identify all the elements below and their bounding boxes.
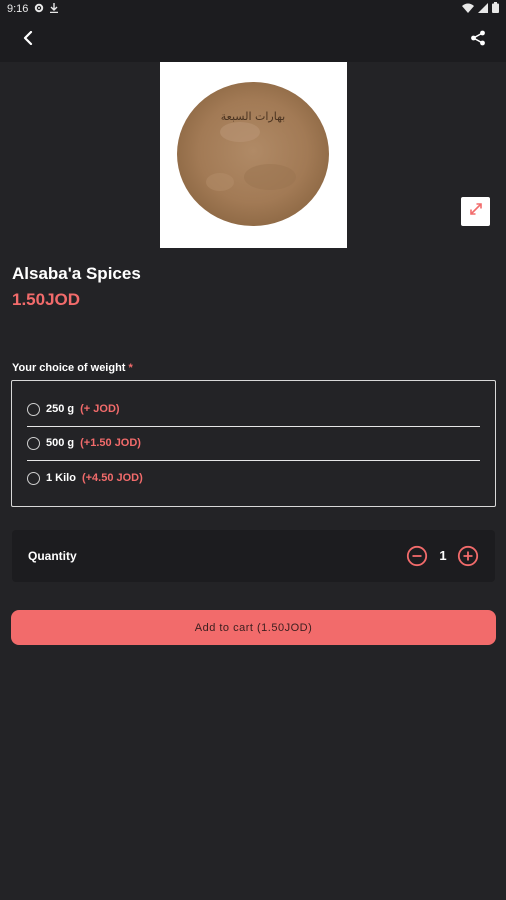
signal-icon bbox=[478, 2, 488, 16]
option-extra-price: (+1.50 JOD) bbox=[80, 437, 141, 449]
option-label: 1 Kilo bbox=[46, 472, 76, 484]
download-icon bbox=[50, 2, 59, 16]
product-price: 1.50JOD bbox=[12, 290, 81, 309]
settings-gear-icon bbox=[34, 3, 44, 16]
weight-label-text: Your choice of weight bbox=[12, 362, 126, 374]
option-label: 250 g bbox=[46, 403, 75, 415]
wifi-icon bbox=[462, 3, 474, 16]
share-button[interactable] bbox=[464, 26, 492, 54]
weight-option-500g[interactable]: 500 g (+1.50 JOD) bbox=[27, 431, 479, 455]
quantity-value: 1 bbox=[439, 548, 447, 563]
app-bar bbox=[0, 18, 506, 62]
minus-circle-icon bbox=[406, 545, 428, 567]
option-label: 500 g bbox=[46, 437, 75, 449]
share-icon bbox=[470, 30, 486, 51]
radio-button-icon[interactable] bbox=[27, 402, 40, 416]
option-divider bbox=[27, 426, 480, 427]
back-button[interactable] bbox=[14, 26, 42, 54]
spice-powder-image: بهارات السبعة bbox=[177, 82, 329, 226]
status-bar: 9:16 bbox=[0, 0, 506, 18]
option-extra-price: (+4.50 JOD) bbox=[81, 472, 143, 484]
weight-section-label: Your choice of weight * bbox=[12, 362, 133, 374]
option-divider bbox=[27, 460, 480, 461]
status-time: 9:16 bbox=[7, 3, 29, 15]
decrease-quantity-button[interactable] bbox=[406, 545, 428, 567]
weight-option-250g[interactable]: 250 g (+ JOD) bbox=[27, 397, 479, 421]
product-title: Alsaba'a Spices bbox=[12, 264, 141, 283]
weight-options-group: 250 g (+ JOD) 500 g (+1.50 JOD) 1 Kilo (… bbox=[11, 380, 496, 507]
add-to-cart-button[interactable]: Add to cart (1.50JOD) bbox=[11, 610, 496, 645]
quantity-card: Quantity 1 bbox=[12, 530, 495, 582]
radio-button-icon[interactable] bbox=[27, 436, 40, 450]
increase-quantity-button[interactable] bbox=[457, 545, 479, 567]
product-image[interactable]: بهارات السبعة bbox=[160, 62, 347, 248]
quantity-label: Quantity bbox=[28, 549, 77, 563]
battery-icon bbox=[492, 2, 499, 16]
radio-button-icon[interactable] bbox=[27, 471, 40, 485]
product-image-label: بهارات السبعة bbox=[221, 110, 285, 123]
weight-option-1kilo[interactable]: 1 Kilo (+4.50 JOD) bbox=[27, 466, 479, 490]
required-mark: * bbox=[128, 362, 133, 374]
plus-circle-icon bbox=[457, 545, 479, 567]
fullscreen-button[interactable] bbox=[461, 197, 490, 226]
expand-icon bbox=[469, 202, 483, 221]
option-extra-price: (+ JOD) bbox=[80, 403, 120, 415]
arrow-back-icon bbox=[22, 30, 34, 50]
